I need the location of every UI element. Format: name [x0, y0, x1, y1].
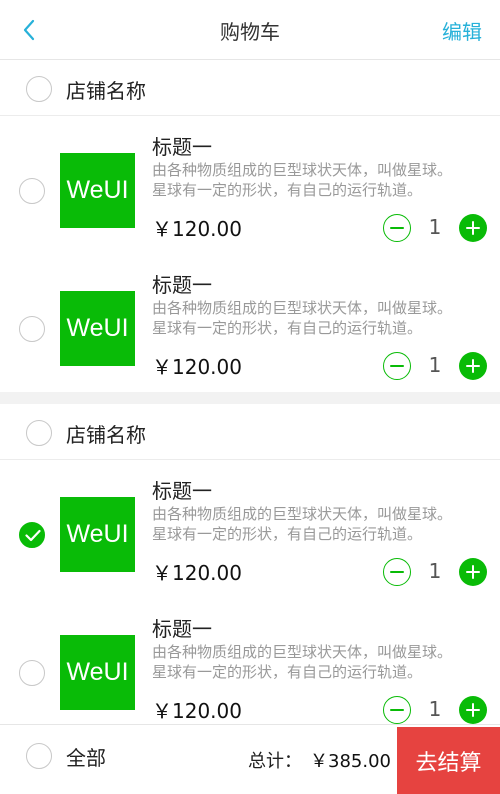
store-header: 店铺名称 — [0, 404, 500, 460]
decrease-quantity-button[interactable] — [383, 214, 411, 242]
minus-icon — [390, 365, 404, 367]
store-section: 店铺名称 WeUI 标题一 由各种物质组成的巨型球状天体，叫做星球。 星球有一定… — [0, 404, 500, 736]
product-thumbnail[interactable]: WeUI — [60, 497, 135, 572]
item-select-radio[interactable] — [19, 178, 45, 204]
cart-item: WeUI 标题一 由各种物质组成的巨型球状天体，叫做星球。 星球有一定的形状，有… — [0, 460, 500, 598]
item-description-line: 星球有一定的形状，有自己的运行轨道。 — [152, 663, 423, 681]
quantity-value: 1 — [428, 215, 442, 239]
increase-quantity-button[interactable] — [459, 696, 487, 724]
item-description-line: 由各种物质组成的巨型球状天体，叫做星球。 — [152, 161, 453, 179]
item-description: 由各种物质组成的巨型球状天体，叫做星球。 星球有一定的形状，有自己的运行轨道。 — [152, 504, 492, 544]
item-description: 由各种物质组成的巨型球状天体，叫做星球。 星球有一定的形状，有自己的运行轨道。 — [152, 298, 492, 338]
plus-icon — [466, 565, 480, 579]
product-thumbnail[interactable]: WeUI — [60, 153, 135, 228]
checkout-button[interactable]: 去结算 — [397, 727, 500, 794]
checkout-bar: 全部 总计： ￥385.00 去结算 — [0, 724, 500, 794]
increase-quantity-button[interactable] — [459, 558, 487, 586]
minus-icon — [390, 709, 404, 711]
item-description-line: 星球有一定的形状，有自己的运行轨道。 — [152, 525, 423, 543]
item-title: 标题一 — [152, 479, 212, 503]
store-header: 店铺名称 — [0, 60, 500, 116]
product-thumbnail[interactable]: WeUI — [60, 635, 135, 710]
item-price: ￥120.00 — [152, 561, 242, 585]
item-select-radio[interactable] — [19, 660, 45, 686]
nav-header: 购物车 编辑 — [0, 0, 500, 60]
item-description-line: 由各种物质组成的巨型球状天体，叫做星球。 — [152, 505, 453, 523]
item-description-line: 星球有一定的形状，有自己的运行轨道。 — [152, 181, 423, 199]
product-thumbnail[interactable]: WeUI — [60, 291, 135, 366]
cart-item: WeUI 标题一 由各种物质组成的巨型球状天体，叫做星球。 星球有一定的形状，有… — [0, 116, 500, 254]
minus-icon — [390, 227, 404, 229]
item-description-line: 由各种物质组成的巨型球状天体，叫做星球。 — [152, 643, 453, 661]
item-description-line: 星球有一定的形状，有自己的运行轨道。 — [152, 319, 423, 337]
store-select-radio[interactable] — [26, 76, 52, 102]
decrease-quantity-button[interactable] — [383, 696, 411, 724]
cart-item: WeUI 标题一 由各种物质组成的巨型球状天体，叫做星球。 星球有一定的形状，有… — [0, 254, 500, 392]
item-select-radio[interactable] — [19, 522, 45, 548]
decrease-quantity-button[interactable] — [383, 352, 411, 380]
plus-icon — [466, 703, 480, 717]
select-all-label: 全部 — [66, 746, 106, 770]
item-price: ￥120.00 — [152, 355, 242, 379]
decrease-quantity-button[interactable] — [383, 558, 411, 586]
plus-icon — [466, 359, 480, 373]
item-description-line: 由各种物质组成的巨型球状天体，叫做星球。 — [152, 299, 453, 317]
item-description: 由各种物质组成的巨型球状天体，叫做星球。 星球有一定的形状，有自己的运行轨道。 — [152, 642, 492, 682]
item-title: 标题一 — [152, 135, 212, 159]
total-value: ￥385.00 — [310, 751, 391, 772]
checkmark-icon — [25, 529, 41, 542]
store-section: 店铺名称 WeUI 标题一 由各种物质组成的巨型球状天体，叫做星球。 星球有一定… — [0, 60, 500, 392]
item-description: 由各种物质组成的巨型球状天体，叫做星球。 星球有一定的形状，有自己的运行轨道。 — [152, 160, 492, 200]
item-title: 标题一 — [152, 617, 212, 641]
item-price: ￥120.00 — [152, 217, 242, 241]
total-label: 总计： — [248, 751, 302, 772]
quantity-value: 1 — [428, 697, 442, 721]
minus-icon — [390, 571, 404, 573]
page-title: 购物车 — [220, 20, 280, 44]
store-name: 店铺名称 — [66, 423, 146, 447]
increase-quantity-button[interactable] — [459, 352, 487, 380]
store-name: 店铺名称 — [66, 79, 146, 103]
item-select-radio[interactable] — [19, 316, 45, 342]
quantity-value: 1 — [428, 353, 442, 377]
plus-icon — [466, 221, 480, 235]
quantity-value: 1 — [428, 559, 442, 583]
edit-button[interactable]: 编辑 — [442, 16, 482, 45]
increase-quantity-button[interactable] — [459, 214, 487, 242]
item-title: 标题一 — [152, 273, 212, 297]
select-all-radio[interactable] — [26, 743, 52, 769]
cart-item: WeUI 标题一 由各种物质组成的巨型球状天体，叫做星球。 星球有一定的形状，有… — [0, 598, 500, 736]
store-select-radio[interactable] — [26, 420, 52, 446]
item-price: ￥120.00 — [152, 699, 242, 723]
